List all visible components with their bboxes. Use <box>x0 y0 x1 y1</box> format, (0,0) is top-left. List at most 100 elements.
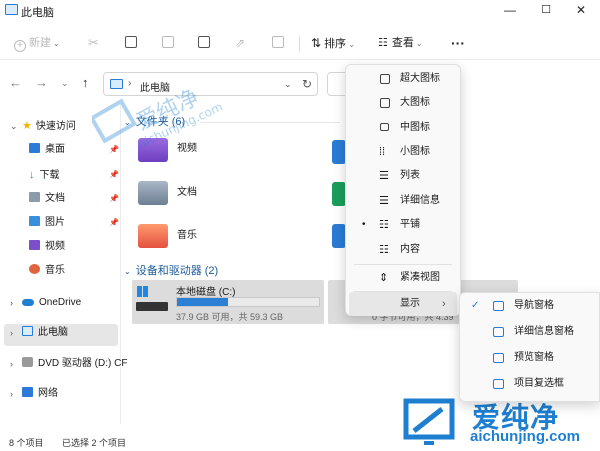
trash-icon <box>272 36 284 48</box>
chevron-right-icon: › <box>10 298 13 308</box>
drive-tile-c[interactable]: 本地磁盘 (C:) 37.9 GB 可用，共 59.3 GB <box>132 280 324 324</box>
sidebar-label: DVD 驱动器 (D:) CF <box>38 358 128 369</box>
refresh-icon[interactable]: ↻ <box>302 77 312 91</box>
menu-item-content[interactable]: ☷ 内容 <box>346 238 460 262</box>
windows-logo-icon <box>137 286 148 297</box>
sidebar-item-pictures[interactable]: 图片 <box>29 212 65 234</box>
menu-item-details[interactable]: ☰ 详细信息 <box>346 189 460 213</box>
submenu-item-item-checkboxes[interactable]: 项目复选框 <box>460 371 600 397</box>
navigation-bar: ← → ⌄ ↑ › 此电脑 ⌄ ↻ <box>0 67 600 101</box>
recent-button[interactable]: ⌄ <box>61 78 69 89</box>
submenu-label: 预览窗格 <box>514 352 554 363</box>
sidebar-item-quick-access[interactable]: ⌄ ★ 快速访问 <box>10 115 76 137</box>
sidebar-item-music[interactable]: 音乐 <box>29 260 65 282</box>
submenu-item-details-pane[interactable]: 详细信息窗格 <box>460 319 600 345</box>
rename-icon <box>198 36 210 48</box>
cloud-icon <box>22 299 34 306</box>
sort-button[interactable]: ⇅ 排序 ⌄ <box>311 34 355 54</box>
desktop-folder-icon[interactable] <box>332 140 346 164</box>
new-button[interactable]: + 新建 ⌄ <box>14 34 60 54</box>
menu-item-list[interactable]: ☰ 列表 <box>346 164 460 188</box>
selected-bullet-icon: • <box>362 219 366 230</box>
window-title: 此电脑 <box>21 7 54 19</box>
copy-button[interactable] <box>125 34 140 54</box>
forward-button[interactable]: → <box>35 75 48 90</box>
menu-item-small-icons[interactable]: ⁞⁞ 小图标 <box>346 140 460 164</box>
arrow-left-icon: ← <box>9 75 22 90</box>
submenu-item-preview-pane[interactable]: 预览窗格 <box>460 345 600 371</box>
downloads-folder-icon[interactable] <box>332 182 346 206</box>
maximize-button[interactable]: ☐ <box>531 0 561 20</box>
sidebar-item-videos[interactable]: 视频 <box>29 236 65 258</box>
plus-icon: + <box>14 40 26 52</box>
rename-button[interactable] <box>198 34 213 54</box>
share-icon: ⇗ <box>235 36 246 50</box>
watermark-overlay-logo-icon: 爱纯净 aichunjing.com <box>92 85 225 151</box>
sidebar-item-network[interactable]: › 网络 <box>10 383 58 405</box>
checkbox-icon <box>493 379 504 389</box>
paste-icon <box>162 36 174 48</box>
submenu-item-navigation-pane[interactable]: ✓ 导航窗格 <box>460 293 600 319</box>
sidebar-label: 音乐 <box>45 265 65 276</box>
minimize-button[interactable]: — <box>495 0 525 20</box>
hard-drive-icon <box>136 302 168 311</box>
sidebar-item-this-pc[interactable]: › 此电脑 <box>10 322 68 344</box>
share-button[interactable]: ⇗ <box>235 34 245 54</box>
more-options-button[interactable]: ··· <box>451 34 465 54</box>
documents-folder-icon[interactable] <box>138 181 168 205</box>
folder-label-documents[interactable]: 文档 <box>177 183 197 198</box>
cut-button[interactable]: ✂ <box>88 34 99 54</box>
item-count: 8 个项目 <box>9 438 44 448</box>
up-button[interactable]: ↑ <box>82 75 89 90</box>
sidebar-label: 网络 <box>38 388 58 399</box>
menu-item-tiles[interactable]: • ☷ 平铺 <box>346 213 460 237</box>
pin-icon: 📌 <box>109 194 119 203</box>
close-button[interactable]: ✕ <box>566 0 596 20</box>
menu-label: 小图标 <box>400 146 430 157</box>
view-button[interactable]: ☷ 查看 ⌄ <box>378 34 423 54</box>
pictures-folder-icon[interactable] <box>332 224 346 248</box>
details-icon: ☰ <box>379 195 389 207</box>
drive-usage-bar <box>176 297 320 307</box>
menu-label: 内容 <box>400 244 420 255</box>
show-submenu: ✓ 导航窗格 详细信息窗格 预览窗格 项目复选框 <box>459 292 600 402</box>
sidebar-item-downloads[interactable]: ↓ 下载 <box>29 164 60 186</box>
sidebar-label: 此电脑 <box>38 327 68 338</box>
network-icon <box>22 387 33 397</box>
menu-item-show[interactable]: 显示 › <box>349 292 457 316</box>
command-bar: + 新建 ⌄ ✂ ⇗ ⇅ 排序 ⌄ ☷ 查看 ⌄ ··· <box>0 26 600 60</box>
monitor-icon <box>380 123 389 131</box>
sidebar-item-desktop[interactable]: 桌面 <box>29 139 65 161</box>
folder-label-music[interactable]: 音乐 <box>177 226 197 241</box>
music-folder-icon[interactable] <box>138 224 168 248</box>
sidebar-label: 下载 <box>39 170 60 181</box>
tiles-icon: ☷ <box>379 219 389 231</box>
chevron-right-icon: › <box>10 328 13 338</box>
sidebar-item-onedrive[interactable]: › OneDrive <box>10 292 81 314</box>
menu-item-extra-large-icons[interactable]: 超大图标 <box>346 67 460 91</box>
devices-group-header[interactable]: ⌄ 设备和驱动器 (2) <box>124 262 218 278</box>
sidebar-item-dvd[interactable]: › DVD 驱动器 (D:) CF <box>10 353 128 375</box>
menu-label: 平铺 <box>400 219 420 230</box>
chevron-down-icon: ⌄ <box>124 267 131 276</box>
menu-item-medium-icons[interactable]: 中图标 <box>346 116 460 140</box>
sidebar-item-documents[interactable]: 文档 <box>29 188 65 210</box>
submenu-label: 导航窗格 <box>514 300 554 311</box>
music-icon <box>29 264 40 274</box>
submenu-label: 详细信息窗格 <box>514 326 574 337</box>
menu-item-compact-view[interactable]: ⇕ 紧凑视图 <box>346 266 460 290</box>
menu-item-large-icons[interactable]: 大图标 <box>346 91 460 115</box>
delete-button[interactable] <box>272 34 287 54</box>
view-menu: 超大图标 大图标 中图标 ⁞⁞ 小图标 ☰ 列表 ☰ 详细信息 • ☷ 平铺 ☷ 内容 ⇕ 紧… <box>345 64 461 316</box>
sort-label: 排序 <box>324 38 347 50</box>
address-dropdown-icon[interactable]: ⌄ <box>284 79 292 90</box>
dvd-drive-icon <box>22 357 33 367</box>
paste-button[interactable] <box>162 34 177 54</box>
watermark-logo-icon <box>403 398 455 445</box>
this-pc-icon <box>5 4 18 15</box>
video-icon <box>29 240 40 250</box>
menu-divider <box>354 264 452 265</box>
sidebar-label: 文档 <box>45 193 65 204</box>
back-button[interactable]: ← <box>9 75 22 90</box>
arrow-up-icon: ↑ <box>82 75 89 90</box>
